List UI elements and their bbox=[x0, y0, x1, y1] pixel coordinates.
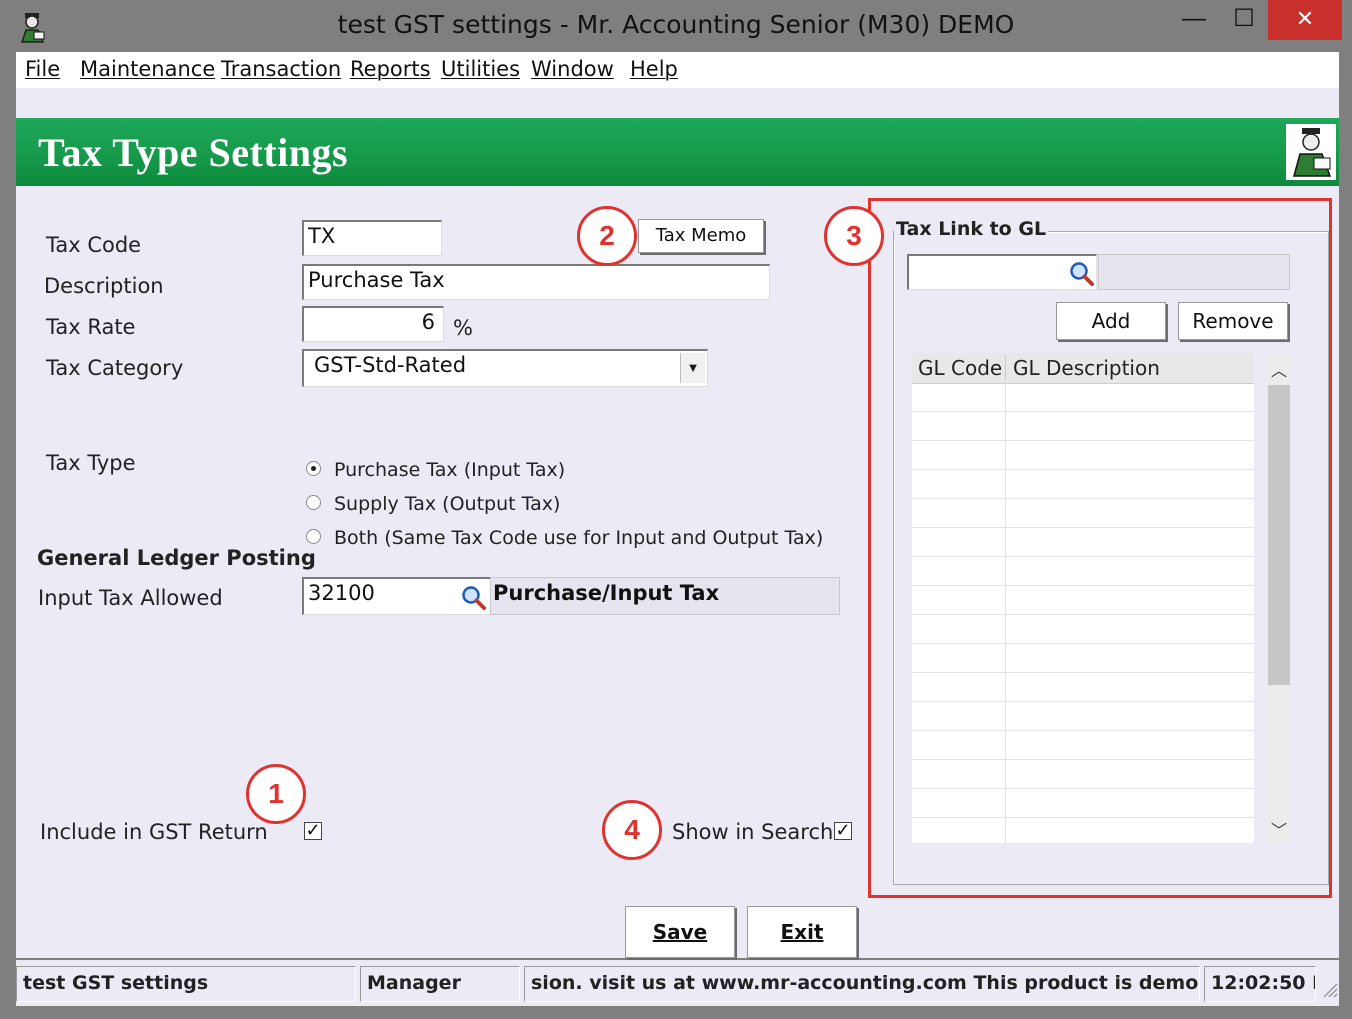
tax-rate-label: Tax Rate bbox=[46, 315, 136, 339]
menu-maintenance[interactable]: Maintenance bbox=[80, 57, 215, 81]
callout-badge-3: 3 bbox=[824, 206, 884, 266]
title-bar: test GST settings - Mr. Accounting Senio… bbox=[2, 0, 1350, 52]
radio-button[interactable] bbox=[306, 529, 321, 544]
tax-link-title: Tax Link to GL bbox=[894, 218, 1049, 240]
status-message: sion. visit us at www.mr-accounting.com … bbox=[524, 966, 1200, 1002]
menu-file[interactable]: File bbox=[25, 57, 60, 81]
radio-button[interactable] bbox=[306, 495, 321, 510]
table-row[interactable] bbox=[912, 614, 1254, 615]
table-row[interactable] bbox=[912, 411, 1254, 412]
window-title: test GST settings - Mr. Accounting Senio… bbox=[337, 10, 1015, 39]
tax-code-label: Tax Code bbox=[46, 233, 142, 257]
menu-help[interactable]: Help bbox=[630, 57, 678, 81]
page-title: Tax Type Settings bbox=[38, 130, 349, 175]
show-search-label: Show in Search bbox=[672, 820, 834, 844]
menu-transaction[interactable]: Transaction bbox=[221, 57, 341, 81]
table-row[interactable] bbox=[912, 788, 1254, 789]
input-tax-label: Input Tax Allowed bbox=[38, 586, 223, 610]
table-row[interactable] bbox=[912, 701, 1254, 702]
tax-category-label: Tax Category bbox=[46, 356, 184, 380]
scroll-down-icon[interactable]: ﹀ bbox=[1266, 817, 1292, 841]
include-gst-checkbox[interactable]: ✓ bbox=[304, 821, 322, 840]
column-divider bbox=[1005, 383, 1006, 843]
add-button[interactable]: Add bbox=[1056, 302, 1166, 340]
menu-bar: File Maintenance Transaction Reports Uti… bbox=[16, 52, 1339, 88]
remove-button[interactable]: Remove bbox=[1178, 302, 1288, 340]
gl-search-icon[interactable] bbox=[1068, 260, 1094, 286]
company-logo-icon bbox=[1286, 124, 1336, 180]
table-row[interactable] bbox=[912, 817, 1254, 818]
exit-button[interactable]: Exit bbox=[747, 906, 857, 958]
table-row[interactable] bbox=[912, 759, 1254, 760]
tax-code-field[interactable]: TX bbox=[302, 220, 442, 256]
table-row[interactable] bbox=[912, 672, 1254, 673]
status-company: test GST settings bbox=[16, 966, 356, 1002]
scroll-thumb[interactable] bbox=[1268, 385, 1290, 685]
show-search-checkbox[interactable]: ✓ bbox=[834, 821, 852, 840]
table-row[interactable] bbox=[912, 643, 1254, 644]
status-time: 12:02:50 PI bbox=[1204, 966, 1316, 1002]
include-gst-label: Include in GST Return bbox=[40, 820, 268, 844]
callout-badge-4: 4 bbox=[602, 800, 662, 860]
close-button[interactable]: ✕ bbox=[1268, 0, 1342, 40]
gl-posting-heading: General Ledger Posting bbox=[37, 546, 316, 570]
description-label: Description bbox=[44, 274, 164, 298]
status-bar: test GST settings Manager sion. visit us… bbox=[16, 960, 1339, 1006]
menu-utilities[interactable]: Utilities bbox=[441, 57, 520, 81]
input-tax-description: Purchase/Input Tax bbox=[490, 577, 840, 615]
table-row[interactable] bbox=[912, 585, 1254, 586]
table-row[interactable] bbox=[912, 730, 1254, 731]
table-row[interactable] bbox=[912, 498, 1254, 499]
table-row[interactable] bbox=[912, 556, 1254, 557]
minimize-button[interactable]: — bbox=[1170, 0, 1218, 40]
radio-button-selected[interactable] bbox=[306, 461, 321, 476]
tax-type-label: Tax Type bbox=[46, 451, 136, 475]
tax-category-select[interactable]: GST-Std-Rated bbox=[302, 349, 708, 387]
status-user: Manager bbox=[360, 966, 520, 1002]
tax-rate-field[interactable]: 6 bbox=[302, 306, 444, 342]
tax-type-settings-form: Tax Type Settings Tax Code TX Tax Memo D… bbox=[16, 88, 1339, 958]
header-banner: Tax Type Settings bbox=[16, 118, 1339, 186]
resize-grip-icon[interactable] bbox=[1320, 980, 1338, 998]
search-icon[interactable] bbox=[460, 584, 486, 610]
tax-category-value: GST-Std-Rated bbox=[314, 353, 467, 377]
column-gl-description[interactable]: GL Description bbox=[1013, 356, 1160, 380]
table-row[interactable] bbox=[912, 469, 1254, 470]
description-field[interactable]: Purchase Tax bbox=[302, 264, 770, 300]
table-row[interactable] bbox=[912, 527, 1254, 528]
menu-window[interactable]: Window bbox=[531, 57, 614, 81]
table-row[interactable] bbox=[912, 440, 1254, 441]
tax-memo-button[interactable]: Tax Memo bbox=[638, 219, 764, 253]
menu-reports[interactable]: Reports bbox=[350, 57, 431, 81]
save-button[interactable]: Save bbox=[625, 906, 735, 958]
app-window: test GST settings - Mr. Accounting Senio… bbox=[0, 0, 1352, 1019]
dropdown-arrow-icon[interactable]: ▼ bbox=[680, 353, 705, 383]
table-scrollbar[interactable]: ︿ ﹀ bbox=[1266, 353, 1292, 843]
gl-description-display bbox=[1098, 254, 1290, 290]
tax-rate-unit: % bbox=[453, 316, 473, 340]
callout-badge-1: 1 bbox=[246, 764, 306, 824]
column-gl-code[interactable]: GL Code bbox=[918, 356, 1002, 380]
scroll-up-icon[interactable]: ︿ bbox=[1266, 357, 1292, 381]
maximize-button[interactable]: ☐ bbox=[1220, 0, 1268, 40]
column-separator bbox=[1005, 355, 1006, 381]
gl-link-table[interactable]: GL Code GL Description bbox=[912, 353, 1254, 843]
callout-badge-2: 2 bbox=[577, 206, 637, 266]
table-header: GL Code GL Description bbox=[912, 353, 1254, 384]
